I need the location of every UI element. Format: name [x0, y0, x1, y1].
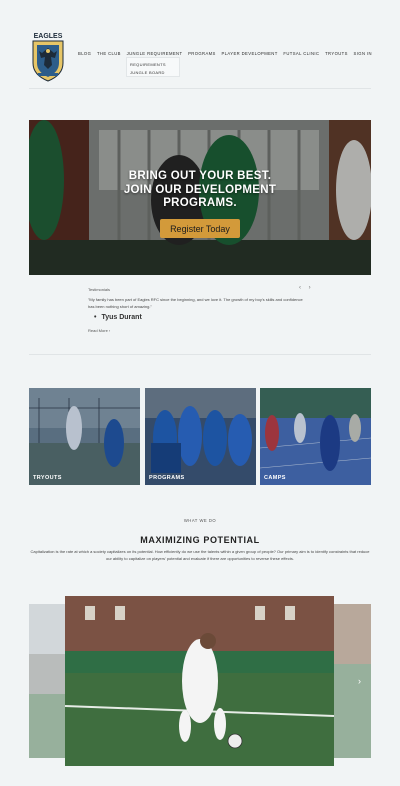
hero-headline-line-1: BRING OUT YOUR BEST.	[128, 170, 272, 182]
card-programs-label: PROGRAMS	[149, 475, 185, 481]
what-we-do-eyebrow: WHAT WE DO	[183, 518, 217, 523]
main-nav: BLOG THE CLUB JUNGLE REQUIREMENT PROGRAM…	[78, 51, 372, 56]
nav-jungle-requirement[interactable]: JUNGLE REQUIREMENT	[127, 51, 183, 56]
nav-futsal-clinic[interactable]: FUTSAL CLINIC	[283, 51, 319, 56]
nav-tryouts[interactable]: TRYOUTS	[325, 51, 348, 56]
chevron-right-icon[interactable]: ›	[309, 285, 311, 291]
carousel-prev-image[interactable]	[29, 604, 65, 758]
what-we-do-title: MAXIMIZING POTENTIAL	[140, 535, 260, 545]
nav-programs[interactable]: PROGRAMS	[188, 51, 216, 56]
what-we-do-body: Capitalization is the rate at which a so…	[30, 549, 370, 561]
card-tryouts-label: TRYOUTS	[33, 475, 62, 481]
card-tryouts[interactable]: TRYOUTS	[29, 388, 140, 485]
card-camps-label: CAMPS	[264, 475, 286, 481]
testimonials-label: Testimonials	[88, 287, 111, 292]
chevron-left-icon[interactable]: ‹	[299, 285, 301, 291]
nav-dropdown: REQUIREMENTS JUNGLE BOARD	[126, 57, 180, 77]
club-logo[interactable]: EAGLES	[29, 29, 67, 83]
logo-text: EAGLES	[34, 33, 63, 40]
section-divider	[29, 354, 371, 355]
header-divider	[29, 88, 371, 89]
read-more-link[interactable]: Read More ›	[88, 328, 110, 333]
card-camps[interactable]: CAMPS	[260, 388, 371, 485]
testimonial-quote: "My family has been part of Eagles RFC s…	[88, 297, 303, 309]
dropdown-item-jungle-board[interactable]: JUNGLE BOARD	[130, 69, 176, 77]
testimonial-arrows: ‹ ›	[299, 285, 317, 291]
nav-player-development[interactable]: PLAYER DEVELOPMENT	[221, 51, 277, 56]
hero-headline-line-3: PROGRAMS.	[163, 197, 237, 209]
nav-blog[interactable]: BLOG	[78, 51, 91, 56]
chevron-right-icon[interactable]: ›	[358, 676, 361, 686]
hero-headline-line-2: JOIN OUR DEVELOPMENT	[123, 183, 277, 196]
carousel-next-image[interactable]	[334, 604, 371, 758]
arrow-right-icon: ›	[108, 328, 111, 333]
card-programs[interactable]: PROGRAMS	[145, 388, 256, 485]
dropdown-item-requirements[interactable]: REQUIREMENTS	[130, 61, 176, 69]
hero-headline: BRING OUT YOUR BEST. JOIN OUR DEVELOPMEN…	[0, 170, 400, 211]
read-more-label: Read More	[88, 328, 108, 333]
register-today-button[interactable]: Register Today	[160, 219, 240, 238]
testimonial-author: Tyus Durant	[94, 314, 141, 321]
nav-the-club[interactable]: THE CLUB	[97, 51, 121, 56]
carousel-main-image	[65, 596, 334, 766]
nav-sign-in[interactable]: SIGN IN	[354, 51, 372, 56]
